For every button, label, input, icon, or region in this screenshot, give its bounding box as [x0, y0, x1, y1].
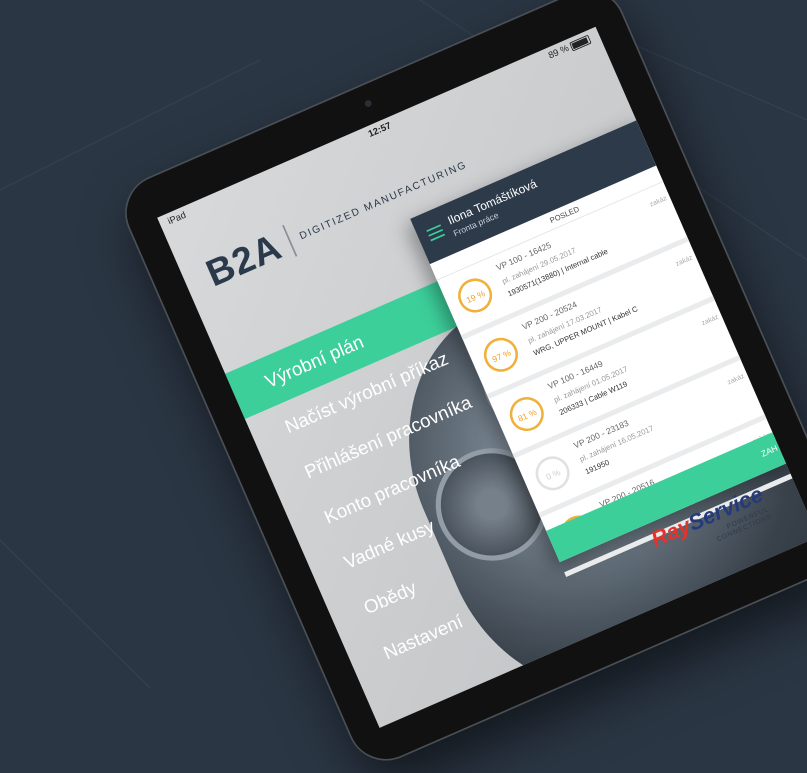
progress-ring: 97 %	[478, 332, 524, 378]
battery-icon	[569, 34, 592, 52]
camera	[363, 99, 373, 109]
progress-ring: 19 %	[452, 273, 498, 318]
status-battery: 89 %	[547, 34, 592, 61]
logo-mark: B2A	[200, 225, 288, 295]
logo-divider	[282, 224, 298, 257]
progress-ring: 81 %	[504, 391, 550, 437]
hamburger-menu-icon[interactable]	[426, 224, 446, 242]
progress-ring: 0 %	[530, 450, 576, 496]
